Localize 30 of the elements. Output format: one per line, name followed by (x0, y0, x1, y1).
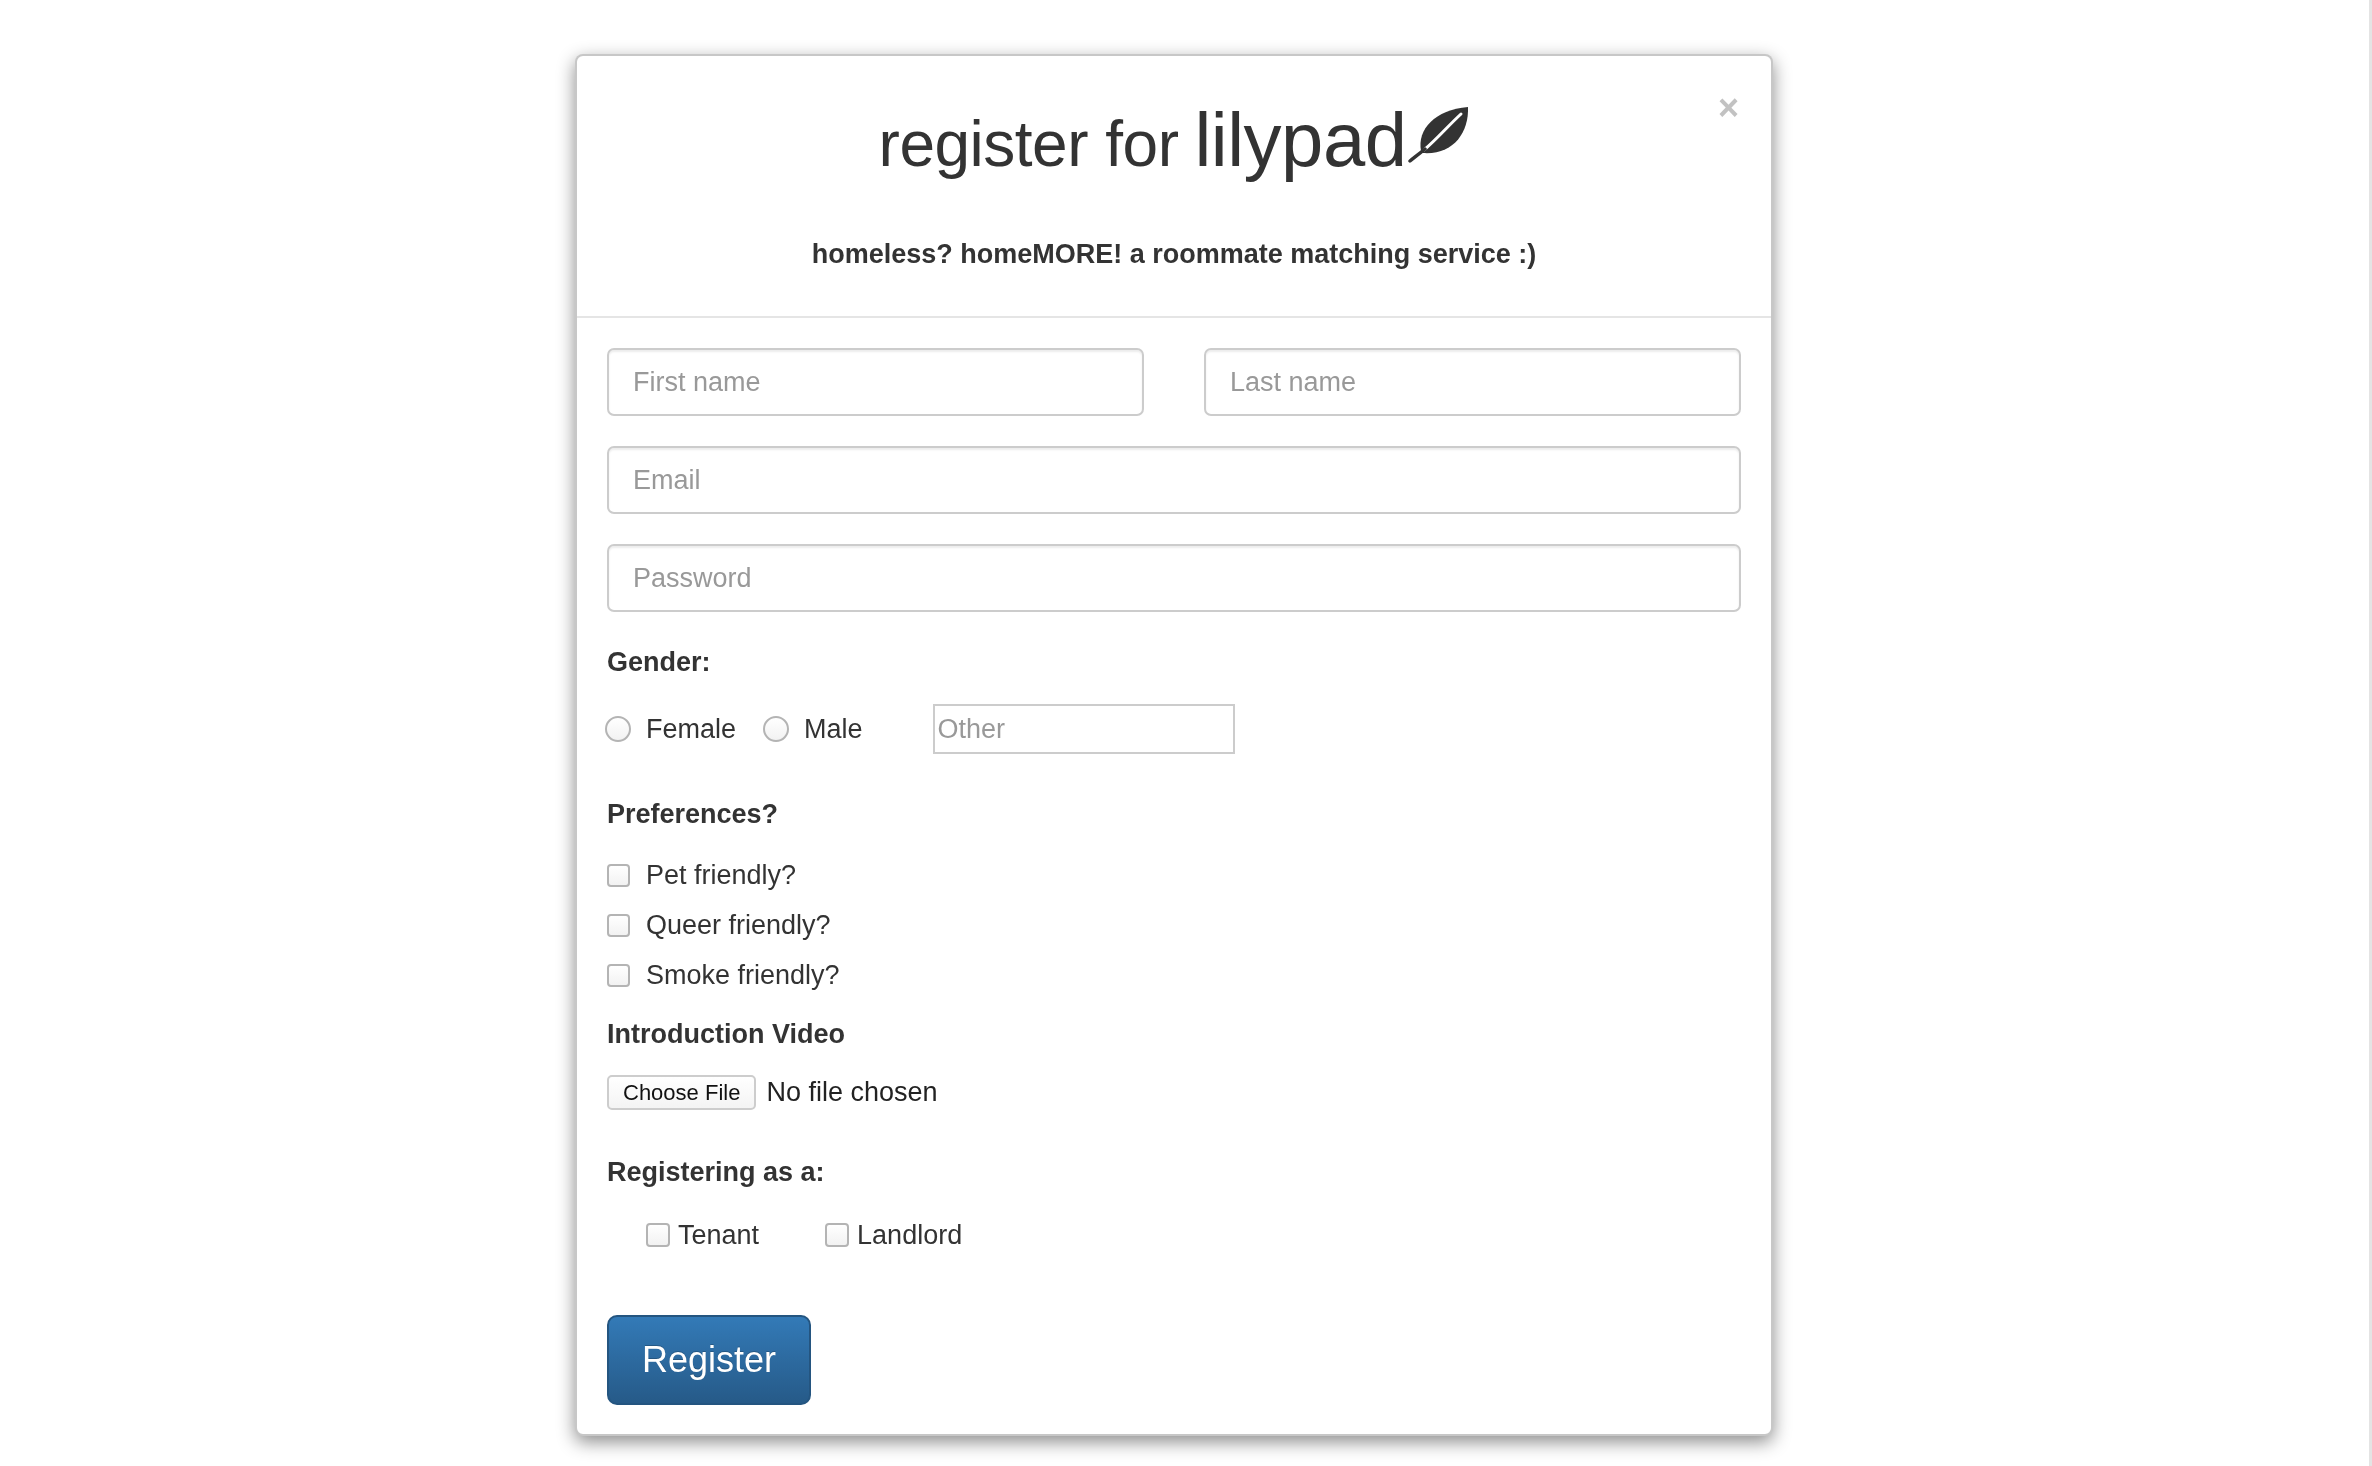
checkbox[interactable] (825, 1223, 850, 1247)
file-status-text: No file chosen (766, 1076, 938, 1109)
video-label: Introduction Video (607, 1018, 845, 1051)
gender-label: Gender: (607, 646, 711, 679)
tagline-text: homeless? homeMORE! a roommate matching service :) (810, 238, 1538, 271)
dialog-title: register for (878, 107, 1179, 182)
other-gender-field[interactable]: Other (932, 704, 1235, 754)
radio-button[interactable] (605, 716, 631, 742)
checkbox[interactable] (646, 1223, 670, 1247)
name-field[interactable]: First name (607, 348, 1144, 416)
register-button[interactable]: Register (607, 1315, 812, 1405)
brand-name: lilypad (1194, 98, 1407, 182)
password-field[interactable]: Password (607, 544, 1741, 612)
checkbox-label[interactable]: Smoke friendly? (646, 957, 840, 993)
checkbox-label[interactable]: Queer friendly? (646, 907, 831, 943)
checkbox[interactable] (607, 963, 630, 987)
radio-label[interactable]: Male (804, 711, 863, 747)
role-label: Registering as a: (607, 1156, 825, 1189)
radio-label[interactable]: Female (646, 711, 737, 747)
checkbox-label[interactable]: Landlord (857, 1217, 963, 1253)
checkbox[interactable] (607, 863, 630, 887)
preferences-label: Preferences? (607, 798, 779, 831)
radio-button[interactable] (763, 716, 790, 742)
name-field[interactable]: Last name (1204, 348, 1741, 416)
email-field[interactable]: Email (607, 446, 1741, 514)
leaf-icon (1408, 105, 1470, 163)
checkbox[interactable] (607, 913, 630, 937)
choose-file-button[interactable]: Choose File (607, 1074, 757, 1110)
checkbox-label[interactable]: Pet friendly? (646, 857, 797, 893)
checkbox-label[interactable]: Tenant (678, 1217, 760, 1253)
